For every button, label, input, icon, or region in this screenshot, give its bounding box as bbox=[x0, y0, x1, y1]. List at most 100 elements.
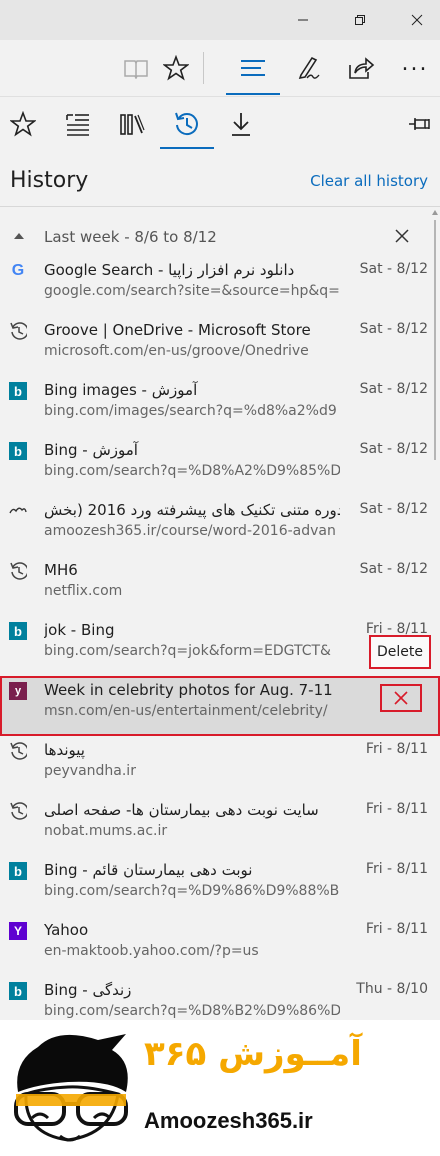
history-item[interactable]: پیوندها peyvandha.ir Fri - 8/11 bbox=[0, 736, 440, 796]
hub-active-indicator bbox=[226, 93, 280, 95]
close-button[interactable] bbox=[394, 0, 440, 40]
history-item-title: Bing - آموزش bbox=[44, 441, 138, 459]
scrollbar[interactable] bbox=[432, 210, 438, 460]
share-icon bbox=[349, 57, 375, 79]
history-item[interactable]: b Bing images - آموزش bing.com/images/se… bbox=[0, 376, 440, 436]
hub-button[interactable] bbox=[230, 44, 276, 92]
history-item-url: google.com/search?site=&source=hp&q= bbox=[44, 283, 340, 299]
history-item-title: MH6 bbox=[44, 561, 78, 579]
history-item-url: bing.com/images/search?q=%d8%a2%d9 bbox=[44, 403, 337, 419]
history-item-title: پیوندها bbox=[44, 741, 85, 759]
share-button[interactable] bbox=[338, 44, 384, 92]
history-item-date: Sat - 8/12 bbox=[359, 561, 428, 577]
tab-favorites[interactable] bbox=[0, 101, 46, 147]
tab-downloads[interactable] bbox=[218, 101, 264, 147]
history-item-url: msn.com/en-us/entertainment/celebrity/ bbox=[44, 703, 328, 719]
restore-icon bbox=[355, 15, 365, 25]
history-item[interactable]: G Google Search - دانلود نرم افزار زاپیا… bbox=[0, 256, 440, 316]
reading-view-icon bbox=[124, 60, 148, 79]
tab-books[interactable] bbox=[109, 101, 155, 147]
pin-button[interactable] bbox=[396, 101, 440, 147]
delete-item-button[interactable] bbox=[380, 684, 422, 712]
pin-icon bbox=[409, 118, 430, 130]
history-item-url: nobat.mums.ac.ir bbox=[44, 823, 168, 839]
toolbar-separator bbox=[203, 52, 204, 84]
history-item[interactable]: b Bing - آموزش bing.com/search?q=%D8%A2%… bbox=[0, 436, 440, 496]
history-clock-icon bbox=[9, 742, 27, 760]
history-item-title: سایت نوبت دهی بیمارستان ها- صفحه اصلی bbox=[44, 801, 319, 819]
hub-tabs bbox=[0, 97, 440, 153]
title-bar bbox=[0, 0, 440, 40]
history-item-url: amoozesh365.ir/course/word-2016-advan bbox=[44, 523, 336, 539]
google-favicon-icon: G bbox=[11, 262, 25, 279]
history-item-url: microsoft.com/en-us/groove/Onedrive bbox=[44, 343, 309, 359]
site-favicon-icon bbox=[9, 502, 27, 520]
history-clock-icon bbox=[9, 802, 27, 820]
history-item-title: Groove | OneDrive - Microsoft Store bbox=[44, 321, 311, 339]
yahoo-favicon-icon: Y bbox=[9, 922, 27, 940]
clear-all-history-link[interactable]: Clear all history bbox=[310, 172, 428, 190]
favorites-icon bbox=[10, 111, 36, 137]
history-icon bbox=[175, 112, 198, 136]
close-icon bbox=[394, 691, 408, 705]
history-item-date: Fri - 8/11 bbox=[365, 801, 428, 817]
history-item-url: bing.com/search?q=jok&form=EDGTCT& bbox=[44, 643, 331, 659]
history-item[interactable]: دوره متنی تکنیک های پیشرفته ورد 2016 (بخ… bbox=[0, 496, 440, 556]
close-group-icon[interactable] bbox=[392, 226, 412, 246]
history-item[interactable]: سایت نوبت دهی بیمارستان ها- صفحه اصلی no… bbox=[0, 796, 440, 856]
tab-reading-list[interactable] bbox=[55, 101, 101, 147]
tab-history[interactable] bbox=[164, 101, 210, 147]
history-item-url: netflix.com bbox=[44, 583, 123, 599]
browser-toolbar: ... bbox=[0, 40, 440, 97]
divider bbox=[0, 206, 440, 207]
history-item[interactable]: b Bing - نوبت دهی بیمارستان قائم bing.co… bbox=[0, 856, 440, 916]
history-item-title: Bing - نوبت دهی بیمارستان قائم bbox=[44, 861, 253, 879]
history-group-header[interactable]: Last week - 8/6 to 8/12 bbox=[0, 227, 440, 249]
reading-list-icon bbox=[66, 114, 89, 136]
bing-favicon-icon: b bbox=[9, 382, 27, 400]
history-item-date: Fri - 8/11 bbox=[365, 741, 428, 757]
history-item-selected[interactable]: y Week in celebrity photos for Aug. 7-11… bbox=[0, 676, 440, 736]
more-button[interactable]: ... bbox=[392, 44, 438, 92]
watermark-persian-text: آمــوزش ۳۶۵ bbox=[144, 1034, 362, 1074]
history-item[interactable]: Y Yahoo en-maktoob.yahoo.com/?p=us Fri -… bbox=[0, 916, 440, 976]
history-item-date: Fri - 8/11 bbox=[365, 861, 428, 877]
history-item-date: Sat - 8/12 bbox=[359, 261, 428, 277]
close-icon bbox=[411, 14, 423, 26]
history-item-title: Google Search - دانلود نرم افزار زاپیا bbox=[44, 261, 295, 279]
favorites-star-button[interactable] bbox=[153, 44, 199, 92]
history-item-url: en-maktoob.yahoo.com/?p=us bbox=[44, 943, 259, 959]
restore-button[interactable] bbox=[337, 0, 383, 40]
history-item-url: peyvandha.ir bbox=[44, 763, 136, 779]
history-item-date: Sat - 8/12 bbox=[359, 321, 428, 337]
bing-favicon-icon: b bbox=[9, 982, 27, 1000]
delete-tooltip: Delete bbox=[369, 635, 431, 669]
web-note-icon bbox=[298, 56, 320, 80]
history-item-date: Sat - 8/12 bbox=[359, 381, 428, 397]
group-label: Last week - 8/6 to 8/12 bbox=[44, 228, 217, 246]
minimize-button[interactable] bbox=[280, 0, 326, 40]
collapse-triangle-icon[interactable] bbox=[14, 233, 24, 239]
history-clock-icon bbox=[9, 322, 27, 340]
minimize-icon bbox=[298, 19, 308, 21]
history-item[interactable]: MH6 netflix.com Sat - 8/12 bbox=[0, 556, 440, 616]
history-item[interactable]: Groove | OneDrive - Microsoft Store micr… bbox=[0, 316, 440, 376]
history-item-date: Thu - 8/10 bbox=[356, 981, 428, 997]
watermark-banner: آمــوزش ۳۶۵ Amoozesh365.ir bbox=[0, 1020, 440, 1156]
bing-favicon-icon: b bbox=[9, 442, 27, 460]
history-item-url: bing.com/search?q=%D8%A2%D9%85%D bbox=[44, 463, 340, 479]
history-item-title: Bing - زندگی bbox=[44, 981, 132, 999]
history-item-url: bing.com/search?q=%D8%B2%D9%86%D bbox=[44, 1003, 340, 1019]
history-item-url: bing.com/search?q=%D9%86%D9%88%B bbox=[44, 883, 340, 899]
bing-favicon-icon: b bbox=[9, 862, 27, 880]
bing-favicon-icon: b bbox=[9, 622, 27, 640]
history-item-date: Sat - 8/12 bbox=[359, 441, 428, 457]
books-icon bbox=[120, 114, 145, 135]
watermark-english-text: Amoozesh365.ir bbox=[144, 1108, 313, 1133]
history-item-title: Bing images - آموزش bbox=[44, 381, 198, 399]
web-note-button[interactable] bbox=[285, 44, 331, 92]
history-clock-icon bbox=[9, 562, 27, 580]
page-title: History bbox=[10, 168, 89, 193]
history-item-date: Sat - 8/12 bbox=[359, 501, 428, 517]
history-item-title: jok - Bing bbox=[44, 621, 115, 639]
